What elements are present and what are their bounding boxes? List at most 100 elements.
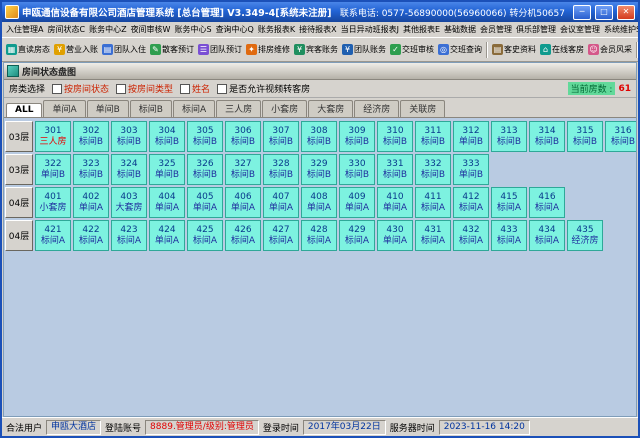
room-cell[interactable]: 305标间B xyxy=(187,121,223,152)
group-checkin-button[interactable]: ▤团队入住 xyxy=(100,42,148,57)
menu-item[interactable]: 账务中心Z xyxy=(87,24,128,35)
room-cell[interactable]: 323标间B xyxy=(73,154,109,185)
minimize-button[interactable]: ─ xyxy=(573,5,591,20)
room-cell[interactable]: 411标间A xyxy=(415,187,451,218)
room-cell[interactable]: 423标间A xyxy=(111,220,147,251)
room-cell[interactable]: 315标间B xyxy=(567,121,603,152)
allow-transfer-checkbox[interactable]: 是否允许视频转客房 xyxy=(217,82,310,95)
room-cell[interactable]: 415标间A xyxy=(491,187,527,218)
menu-item[interactable]: 当日异动班报表J xyxy=(339,24,401,35)
room-cell[interactable]: 333单间B xyxy=(453,154,489,185)
room-cell[interactable]: 428标间A xyxy=(301,220,337,251)
floor-label[interactable]: 03层 xyxy=(5,121,33,152)
room-cell[interactable]: 326标间B xyxy=(187,154,223,185)
tab-经济房[interactable]: 经济房 xyxy=(354,100,399,117)
room-cell[interactable]: 304标间B xyxy=(149,121,185,152)
room-cell[interactable]: 408单间A xyxy=(301,187,337,218)
room-cell[interactable]: 404单间A xyxy=(149,187,185,218)
room-cell[interactable]: 328标间B xyxy=(263,154,299,185)
room-cell[interactable]: 306标间B xyxy=(225,121,261,152)
room-status-button[interactable]: ▦直读房态 xyxy=(4,42,52,57)
room-cell[interactable]: 331标间B xyxy=(377,154,413,185)
room-cell[interactable]: 301三人房 xyxy=(35,121,71,152)
room-cell[interactable]: 310标间B xyxy=(377,121,413,152)
tab-单间B[interactable]: 单间B xyxy=(87,100,129,117)
room-cell[interactable]: 422标间A xyxy=(73,220,109,251)
room-cell[interactable]: 407单间A xyxy=(263,187,299,218)
room-cell[interactable]: 402单间A xyxy=(73,187,109,218)
menu-item[interactable]: 接待报表X xyxy=(297,24,338,35)
room-cell[interactable]: 302标间B xyxy=(73,121,109,152)
room-cell[interactable]: 412标间A xyxy=(453,187,489,218)
tab-三人房[interactable]: 三人房 xyxy=(216,100,261,117)
room-cell[interactable]: 410单间A xyxy=(377,187,413,218)
room-cell[interactable]: 330标间B xyxy=(339,154,375,185)
menu-item[interactable]: 房间状态C xyxy=(45,24,87,35)
menu-item[interactable]: 夜间审核W xyxy=(129,24,173,35)
room-cell[interactable]: 303标间B xyxy=(111,121,147,152)
guest-history-button[interactable]: ▤客史资料 xyxy=(490,42,538,57)
tab-单间A[interactable]: 单间A xyxy=(43,100,85,117)
guest-account-button[interactable]: ¥宾客账务 xyxy=(292,42,340,57)
room-cell[interactable]: 424单间A xyxy=(149,220,185,251)
room-cell[interactable]: 421标间A xyxy=(35,220,71,251)
room-cell[interactable]: 434标间A xyxy=(529,220,565,251)
business-posting-button[interactable]: ¥营业入账 xyxy=(52,42,100,57)
by-name-option[interactable]: 姓名 xyxy=(180,82,210,95)
room-cell[interactable]: 329标间B xyxy=(301,154,337,185)
fit-booking-button[interactable]: ✎散客预订 xyxy=(148,42,196,57)
menu-item[interactable]: 账务中心S xyxy=(172,24,213,35)
shift-query-button[interactable]: ◎交班查询 xyxy=(436,42,484,57)
room-cell[interactable]: 332标间B xyxy=(415,154,451,185)
room-cell[interactable]: 430单间A xyxy=(377,220,413,251)
room-cell[interactable]: 308标间B xyxy=(301,121,337,152)
room-cell[interactable]: 401小套房 xyxy=(35,187,71,218)
shift-audit-button[interactable]: ✓交班审核 xyxy=(388,42,436,57)
room-cell[interactable]: 322单间B xyxy=(35,154,71,185)
tab-关联房[interactable]: 关联房 xyxy=(400,100,445,117)
menu-item[interactable]: 查询中心Q xyxy=(214,24,256,35)
menu-item[interactable]: 会员管理 xyxy=(478,24,514,35)
by-room-status-option[interactable]: 按房间状态 xyxy=(52,82,109,95)
menu-item[interactable]: 系统维护S xyxy=(602,24,638,35)
room-cell[interactable]: 324标间B xyxy=(111,154,147,185)
room-cell[interactable]: 309标间B xyxy=(339,121,375,152)
room-cell[interactable]: 427标间A xyxy=(263,220,299,251)
room-cell[interactable]: 403大套房 xyxy=(111,187,147,218)
room-cell[interactable]: 311标间B xyxy=(415,121,451,152)
menu-item[interactable]: 账务报表K xyxy=(256,24,297,35)
room-cell[interactable]: 312单间B xyxy=(453,121,489,152)
tab-大套房[interactable]: 大套房 xyxy=(308,100,353,117)
room-cell[interactable]: 433标间A xyxy=(491,220,527,251)
room-cell[interactable]: 327标间B xyxy=(225,154,261,185)
menu-item[interactable]: 俱乐部管理 xyxy=(514,24,558,35)
group-account-button[interactable]: ¥团队账务 xyxy=(340,42,388,57)
room-cell[interactable]: 325单间B xyxy=(149,154,185,185)
menu-item[interactable]: 会议室管理 xyxy=(558,24,602,35)
group-booking-button[interactable]: ☰团队预订 xyxy=(196,42,244,57)
member-profile-button[interactable]: ☺会员风采 xyxy=(586,42,634,57)
menu-item[interactable]: 基础数据 xyxy=(442,24,478,35)
room-cell[interactable]: 426标间A xyxy=(225,220,261,251)
tab-标间A[interactable]: 标间A xyxy=(173,100,215,117)
room-cell[interactable]: 416标间A xyxy=(529,187,565,218)
inhouse-rooms-button[interactable]: ⌂在线客房 xyxy=(538,42,586,57)
room-cell[interactable]: 406单间A xyxy=(225,187,261,218)
room-assign-button[interactable]: ✦排房维修 xyxy=(244,42,292,57)
maximize-button[interactable]: □ xyxy=(595,5,613,20)
room-cell[interactable]: 435经济房 xyxy=(567,220,603,251)
menu-item[interactable]: 入住管理A xyxy=(4,24,45,35)
room-cell[interactable]: 409单间A xyxy=(339,187,375,218)
tab-ALL[interactable]: ALL xyxy=(6,103,42,117)
tab-标间B[interactable]: 标间B xyxy=(130,100,172,117)
room-cell[interactable]: 314标间B xyxy=(529,121,565,152)
tab-小套房[interactable]: 小套房 xyxy=(262,100,307,117)
close-button[interactable]: ✕ xyxy=(617,5,635,20)
room-cell[interactable]: 432标间A xyxy=(453,220,489,251)
floor-label[interactable]: 03层 xyxy=(5,154,33,185)
floor-label[interactable]: 04层 xyxy=(5,220,33,251)
menu-item[interactable]: 其他报表E xyxy=(401,24,442,35)
by-room-type-option[interactable]: 按房间类型 xyxy=(116,82,173,95)
room-cell[interactable]: 429标间A xyxy=(339,220,375,251)
room-cell[interactable]: 313标间B xyxy=(491,121,527,152)
